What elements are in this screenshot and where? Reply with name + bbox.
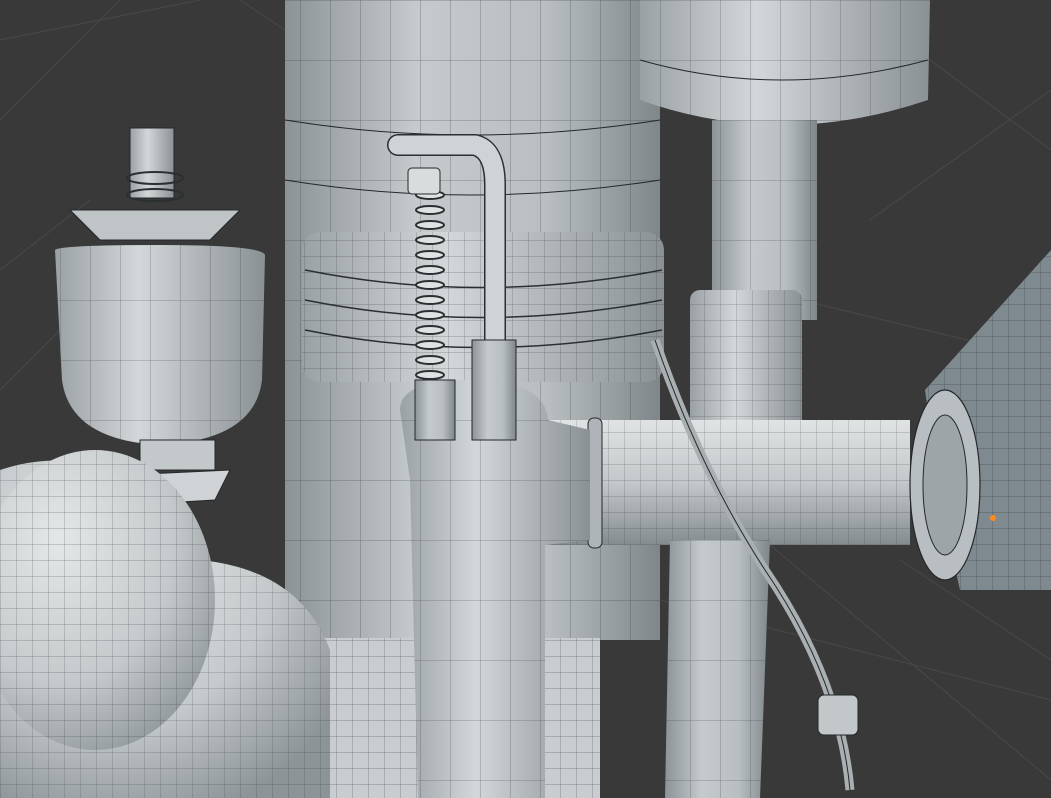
lower-pipe[interactable]	[665, 540, 770, 798]
origin-point	[990, 515, 996, 521]
vertical-pipe[interactable]	[690, 120, 817, 440]
left-cup-valve[interactable]	[55, 127, 265, 506]
3d-viewport[interactable]	[0, 0, 1051, 798]
dome-housing[interactable]	[0, 450, 330, 798]
top-right-canister[interactable]	[639, 0, 930, 125]
